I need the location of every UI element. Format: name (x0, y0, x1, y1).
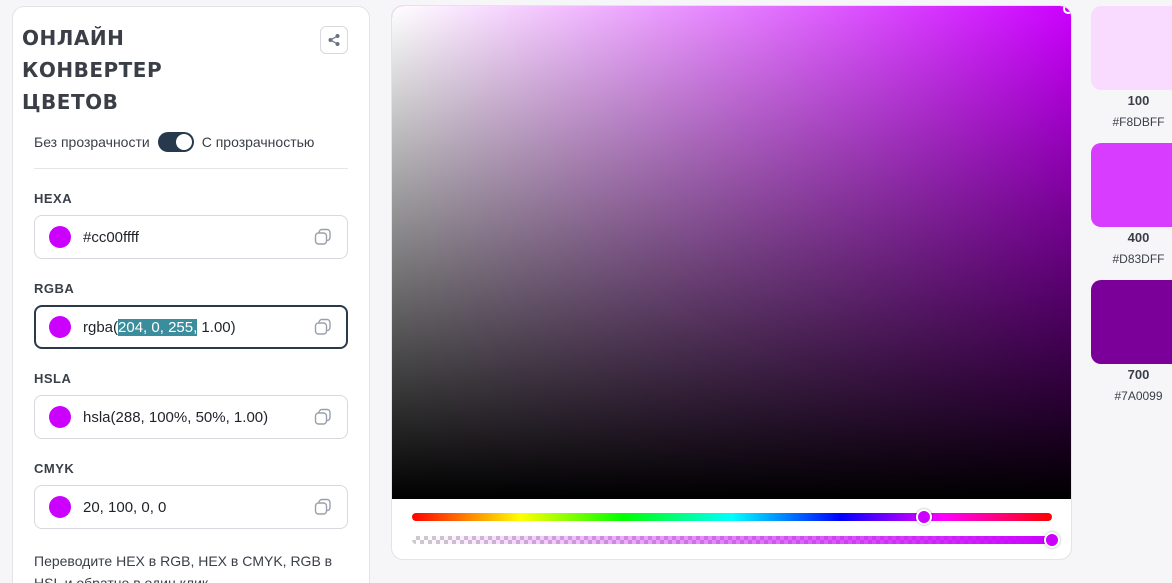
hsla-field[interactable]: hsla(288, 100%, 50%, 1.00) (34, 395, 348, 439)
toggle-knob (175, 134, 192, 150)
rgba-label: RGBA (34, 281, 75, 296)
rgba-value[interactable]: rgba(204, 0, 255, 1.00) (83, 318, 313, 336)
transparency-toggle[interactable] (157, 132, 194, 152)
sv-black-gradient (392, 6, 1071, 499)
toggle-label-opaque: Без прозрачности (34, 134, 150, 150)
hexa-label: HEXA (34, 191, 73, 206)
shade-level-100: 100 (1127, 93, 1150, 108)
cmyk-field[interactable]: 20, 100, 0, 0 (34, 485, 348, 529)
color-swatch (49, 316, 71, 338)
description-text: Переводите HEX в RGB, HEX в CMYK, RGB в … (34, 553, 333, 583)
hexa-field[interactable]: #cc00ffff (34, 215, 348, 259)
shade-swatch-400[interactable] (1091, 143, 1172, 227)
title-line-2: КОНВЕРТЕР (22, 58, 163, 82)
copy-icon[interactable] (313, 317, 333, 337)
shade-level-400: 400 (1127, 230, 1150, 245)
title-line-1: ОНЛАЙН (22, 26, 125, 50)
page-title: ОНЛАЙН КОНВЕРТЕР ЦВЕТОВ (22, 22, 222, 118)
rgba-value-selection: 204, 0, 255, (118, 318, 198, 336)
sv-handle[interactable] (1063, 6, 1071, 14)
cmyk-value[interactable]: 20, 100, 0, 0 (83, 499, 313, 516)
toggle-label-transparent: С прозрачностью (201, 134, 315, 150)
copy-icon[interactable] (313, 227, 333, 247)
shade-swatch-700[interactable] (1091, 280, 1172, 364)
color-swatch (49, 226, 71, 248)
hsla-label: HSLA (34, 371, 72, 386)
shade-swatch-100[interactable] (1091, 6, 1172, 90)
cmyk-label: CMYK (34, 461, 75, 476)
alpha-slider-handle[interactable] (1044, 532, 1060, 548)
title-line-3: ЦВЕТОВ (22, 90, 119, 114)
rgba-field[interactable]: rgba(204, 0, 255, 1.00) (34, 305, 348, 349)
hue-slider[interactable] (412, 513, 1052, 521)
hue-slider-handle[interactable] (916, 509, 932, 525)
share-icon (328, 34, 340, 46)
shade-hex-100: #F8DBFF (1112, 115, 1165, 129)
rgba-value-suffix: 1.00) (197, 318, 236, 336)
color-swatch (49, 496, 71, 518)
copy-icon[interactable] (313, 497, 333, 517)
hexa-value[interactable]: #cc00ffff (83, 229, 313, 246)
divider (34, 168, 348, 169)
saturation-value-area[interactable] (392, 6, 1071, 499)
rgba-value-prefix: rgba( (83, 318, 119, 336)
shade-level-700: 700 (1127, 367, 1150, 382)
shade-hex-700: #7A0099 (1114, 389, 1163, 403)
hsla-value[interactable]: hsla(288, 100%, 50%, 1.00) (83, 409, 313, 426)
color-swatch (49, 406, 71, 428)
transparency-toggle-row: Без прозрачности С прозрачностью (34, 132, 314, 152)
color-picker-panel (391, 5, 1072, 560)
shade-hex-400: #D83DFF (1112, 252, 1165, 266)
alpha-slider[interactable] (412, 536, 1052, 544)
share-button[interactable] (320, 26, 348, 54)
copy-icon[interactable] (313, 407, 333, 427)
